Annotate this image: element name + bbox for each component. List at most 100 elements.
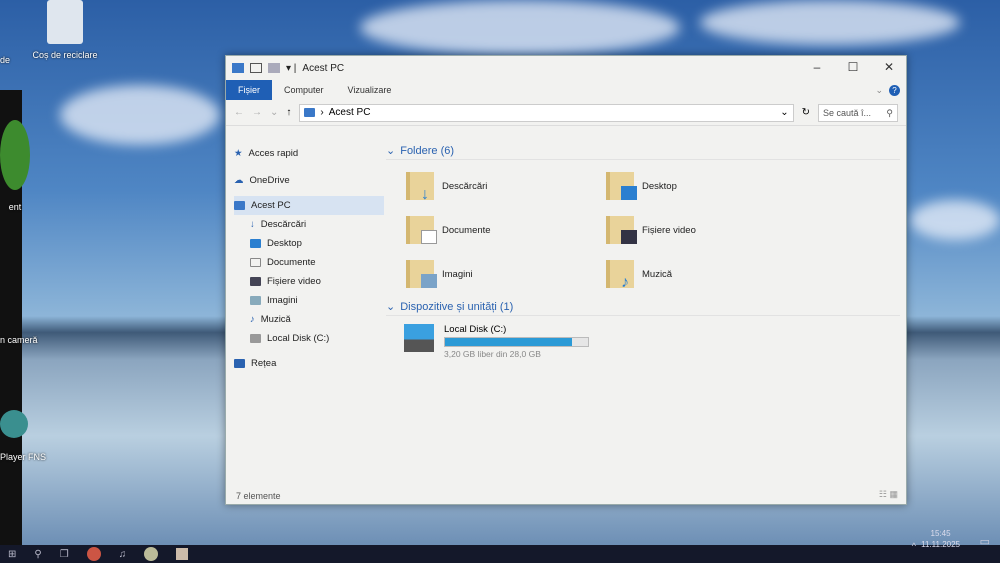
player-icon[interactable]: Player FNS	[0, 410, 46, 462]
cloud-icon: ☁	[234, 175, 244, 186]
taskbar: ⊞ ⚲ ❐ ♫	[0, 545, 1000, 563]
nav-network[interactable]: Rețea	[234, 354, 384, 373]
nav-label: Acest PC	[251, 200, 291, 211]
folder-label: Desktop	[642, 180, 677, 192]
folder-label: Muzică	[642, 268, 673, 280]
utorrent-icon[interactable]: ent	[0, 120, 30, 212]
help-icon[interactable]: ?	[889, 84, 900, 96]
folder-pictures[interactable]: Imagini	[406, 256, 606, 292]
disk-usage-bar	[444, 337, 589, 347]
downloads-folder-icon: ↓	[406, 172, 434, 203]
desktop-folder-icon	[606, 172, 637, 200]
player-label: Player FNS	[0, 452, 47, 462]
nav-label: OneDrive	[249, 175, 290, 186]
clock[interactable]: 15:45 11.11.2025	[921, 528, 960, 550]
nav-this-pc[interactable]: Acest PC	[234, 196, 384, 215]
folder-documents[interactable]: Documente	[406, 212, 606, 248]
nav-label: Acces rapid	[248, 148, 299, 159]
local-disk-item[interactable]: Local Disk (C:) 3,20 GB liber din 28,0 G…	[404, 324, 900, 359]
camera-label[interactable]: n cameră	[0, 335, 38, 345]
app-icon[interactable]	[144, 547, 159, 561]
expand-ribbon-icon[interactable]: ⌄	[875, 85, 883, 96]
tab-computer[interactable]: Computer	[272, 80, 336, 100]
address-row: ← → ⌄ ↑ › Acest PC ⌄ ↻ Se caută î... ⚲	[226, 100, 906, 126]
nav-downloads[interactable]: ↓ Descărcări	[250, 215, 384, 234]
forward-button[interactable]: →	[252, 107, 262, 118]
nav-videos[interactable]: Fișiere video	[250, 272, 384, 291]
nav-label: Local Disk (C:)	[267, 333, 330, 344]
nav-desktop[interactable]: Desktop	[250, 234, 384, 253]
app-icon[interactable]: ♫	[119, 549, 127, 560]
picture-icon	[250, 296, 261, 305]
maximize-button[interactable]: ☐	[838, 60, 868, 74]
folders-group-header[interactable]: ⌄ Foldere (6)	[386, 142, 900, 160]
task-view-icon[interactable]: ❐	[60, 549, 69, 560]
chevron-right-icon: ›	[320, 107, 324, 118]
recycle-bin-icon[interactable]: Coș de reciclare	[30, 0, 100, 60]
tab-view[interactable]: Vizualizare	[336, 80, 404, 100]
close-button[interactable]: ✕	[874, 60, 904, 74]
notifications-icon[interactable]: ▭	[980, 535, 990, 548]
desktop-icon-label[interactable]: de	[0, 55, 10, 65]
file-explorer-taskbar-icon[interactable]	[176, 548, 189, 560]
refresh-button[interactable]: ↻	[802, 107, 810, 118]
back-button[interactable]: ←	[234, 107, 244, 118]
documents-folder-icon	[406, 216, 437, 244]
search-icon: ⚲	[886, 107, 893, 118]
recent-dropdown-icon[interactable]: ⌄	[270, 107, 278, 118]
chevron-down-icon: ⌄	[386, 301, 396, 313]
computer-icon	[234, 201, 245, 210]
nav-label: Fișiere video	[267, 276, 321, 287]
minimize-button[interactable]: –	[802, 60, 832, 74]
nav-pictures[interactable]: Imagini	[250, 291, 384, 310]
folder-videos[interactable]: Fișiere video	[606, 212, 806, 248]
chrome-icon[interactable]	[86, 547, 101, 561]
date: 11.11.2025	[921, 540, 960, 549]
group-label: Foldere (6)	[400, 144, 455, 157]
status-bar-count: 7 elemente	[236, 491, 281, 501]
computer-icon	[304, 108, 316, 117]
view-toggle-icons[interactable]: ☷ ▦	[879, 489, 898, 500]
nav-local-disk[interactable]: Local Disk (C:)	[250, 329, 384, 348]
chevron-down-icon: ⌄	[386, 145, 396, 157]
quick-access-dropdown-icon[interactable]: ▾ |	[286, 63, 296, 74]
network-icon	[234, 359, 245, 368]
start-button[interactable]: ⊞	[8, 549, 16, 560]
devices-group-header[interactable]: ⌄ Dispozitive și unități (1)	[386, 298, 900, 316]
folder-label: Descărcări	[442, 180, 488, 192]
group-label: Dispozitive și unități (1)	[400, 300, 514, 313]
folder-downloads[interactable]: ↓ Descărcări	[406, 168, 606, 204]
windows-drive-icon	[404, 324, 434, 352]
tray-expand-icon[interactable]: ^	[912, 541, 916, 551]
nav-music[interactable]: ♪ Muzică	[250, 310, 384, 329]
pictures-folder-icon	[406, 260, 437, 288]
file-explorer-window: ▾ | Acest PC – ☐ ✕ Fișier Computer Vizua…	[225, 55, 907, 505]
folder-label: Imagini	[442, 268, 473, 280]
new-folder-icon[interactable]	[268, 63, 280, 73]
recycle-bin-label: Coș de reciclare	[32, 50, 98, 60]
music-folder-icon: ♪	[606, 260, 634, 291]
nav-onedrive[interactable]: ☁ OneDrive	[234, 171, 384, 190]
download-icon: ↓	[250, 219, 255, 230]
tab-file[interactable]: Fișier	[226, 80, 272, 100]
folder-desktop[interactable]: Desktop	[606, 168, 806, 204]
address-bar[interactable]: › Acest PC ⌄	[299, 103, 794, 122]
desktop-icon	[250, 239, 261, 248]
nav-quick-access[interactable]: ★ Acces rapid	[234, 144, 384, 163]
utorrent-label: ent	[8, 202, 22, 212]
search-icon[interactable]: ⚲	[34, 549, 41, 560]
star-icon: ★	[234, 148, 243, 159]
up-button[interactable]: ↑	[286, 107, 291, 118]
properties-icon[interactable]	[250, 63, 262, 73]
content-pane: ⌄ Foldere (6) ↓ Descărcări Desktop Documen…	[386, 142, 900, 486]
address-dropdown-icon[interactable]: ⌄	[780, 107, 788, 118]
search-input[interactable]: Se caută î... ⚲	[818, 103, 898, 122]
folder-label: Fișiere video	[642, 224, 696, 236]
disk-free-text: 3,20 GB liber din 28,0 GB	[444, 349, 541, 359]
address-text: Acest PC	[328, 107, 371, 118]
time: 15:45	[930, 529, 951, 538]
search-placeholder: Se caută î...	[823, 107, 872, 118]
folder-music[interactable]: ♪ Muzică	[606, 256, 806, 292]
nav-documents[interactable]: Documente	[250, 253, 384, 272]
film-icon	[250, 277, 261, 286]
